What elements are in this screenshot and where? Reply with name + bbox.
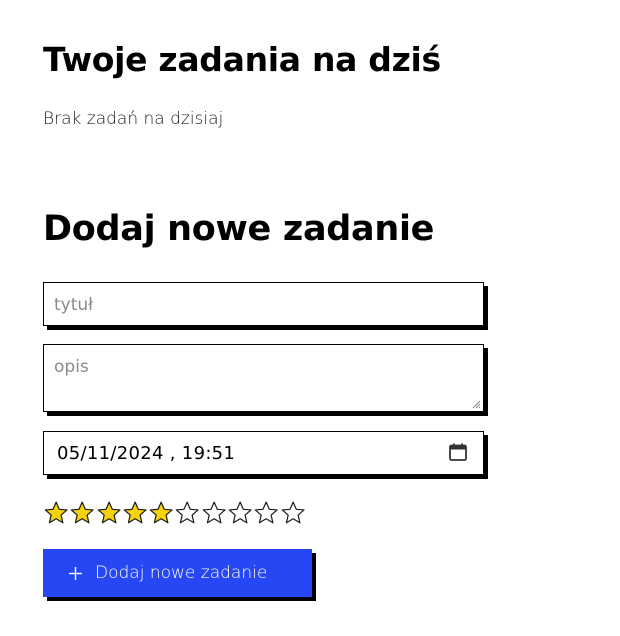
star-filled-icon[interactable] <box>148 500 174 526</box>
description-textarea[interactable]: opis <box>43 344 484 412</box>
star-empty-icon[interactable] <box>227 500 253 526</box>
star-filled-icon[interactable] <box>96 500 122 526</box>
star-empty-icon[interactable] <box>174 500 200 526</box>
datetime-value: 05/11/2024 , 19:51 <box>57 443 236 464</box>
star-filled-icon[interactable] <box>69 500 95 526</box>
new-task-heading: Dodaj nowe zadanie <box>43 209 435 249</box>
star-empty-icon[interactable] <box>253 500 279 526</box>
description-placeholder: opis <box>54 357 89 377</box>
today-heading: Twoje zadania na dziś <box>43 40 441 79</box>
title-placeholder: tytuł <box>54 295 93 315</box>
priority-rating[interactable] <box>43 500 306 526</box>
title-input[interactable]: tytuł <box>43 282 484 326</box>
datetime-input[interactable]: 05/11/2024 , 19:51 <box>43 431 484 475</box>
calendar-icon[interactable] <box>448 442 468 462</box>
resize-handle-icon[interactable] <box>472 400 481 409</box>
page: Twoje zadania na dziś Brak zadań na dzis… <box>0 0 620 636</box>
plus-icon <box>69 566 82 580</box>
star-filled-icon[interactable] <box>43 500 69 526</box>
add-task-button-label: Dodaj nowe zadanie <box>95 563 268 583</box>
empty-tasks-message: Brak zadań na dzisiaj <box>43 109 224 129</box>
add-task-button[interactable]: Dodaj nowe zadanie <box>43 549 312 597</box>
star-empty-icon[interactable] <box>201 500 227 526</box>
star-filled-icon[interactable] <box>122 500 148 526</box>
star-empty-icon[interactable] <box>280 500 306 526</box>
